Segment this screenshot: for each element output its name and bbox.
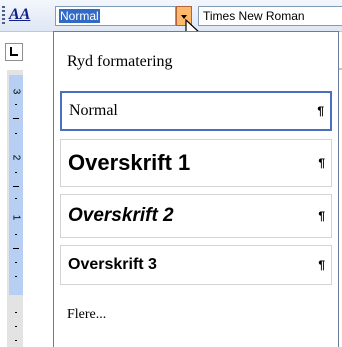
paragraph-mark-icon: ¶ — [318, 258, 325, 272]
ruler-tick — [15, 104, 17, 105]
paragraph-mark-icon: ¶ — [318, 209, 325, 223]
font-combobox-value[interactable]: Times New Roman — [203, 9, 305, 23]
ruler-tick — [15, 133, 17, 134]
ruler-tick — [15, 234, 17, 235]
ruler-tick — [15, 276, 17, 277]
menu-item-style-heading-1[interactable]: Overskrift 1 ¶ — [60, 139, 332, 187]
toolbar-grip-handle[interactable] — [2, 6, 5, 25]
formatting-toolbar: AA Normal Times New Roman — [0, 0, 342, 32]
menu-item-label: Flere... — [67, 307, 107, 322]
ruler-tick — [15, 262, 17, 263]
menu-item-style-heading-3[interactable]: Overskrift 3 ¶ — [60, 245, 332, 285]
ruler-number: 1 — [10, 214, 22, 221]
menu-item-style-normal[interactable]: Normal ¶ — [60, 91, 332, 131]
menu-item-label: Overskrift 3 — [68, 256, 157, 273]
ruler-number: 3 — [10, 88, 22, 95]
menu-item-style-heading-2[interactable]: Overskrift 2 ¶ — [60, 194, 332, 238]
ruler-tick — [13, 186, 19, 187]
style-combobox[interactable]: Normal — [55, 6, 176, 26]
paragraph-mark-icon: ¶ — [318, 156, 325, 170]
style-combobox-value[interactable]: Normal — [59, 9, 100, 23]
style-dropdown-menu: Ryd formatering Normal ¶ Overskrift 1 ¶ … — [53, 31, 339, 347]
ruler-tick — [15, 198, 17, 199]
menu-item-label: Overskrift 2 — [68, 205, 174, 226]
tab-stop-selector[interactable] — [5, 43, 23, 61]
paragraph-mark-icon: ¶ — [317, 104, 324, 118]
font-combobox[interactable]: Times New Roman — [198, 6, 342, 26]
ruler-tick — [13, 118, 19, 119]
ruler-tick — [15, 326, 17, 327]
menu-item-clear-formatting[interactable]: Ryd formatering — [60, 46, 332, 78]
menu-item-more-styles[interactable]: Flere... — [60, 300, 332, 330]
ruler-number: 2 — [10, 154, 22, 161]
ruler-tick — [13, 248, 19, 249]
menu-item-label: Normal — [69, 102, 118, 119]
menu-item-label: Overskrift 1 — [68, 150, 191, 175]
ruler-tick — [15, 172, 17, 173]
ruler-tick — [15, 340, 17, 341]
styles-and-formatting-icon[interactable]: AA — [9, 5, 31, 25]
menu-item-label: Ryd formatering — [67, 53, 173, 70]
ruler-tick — [15, 312, 17, 313]
